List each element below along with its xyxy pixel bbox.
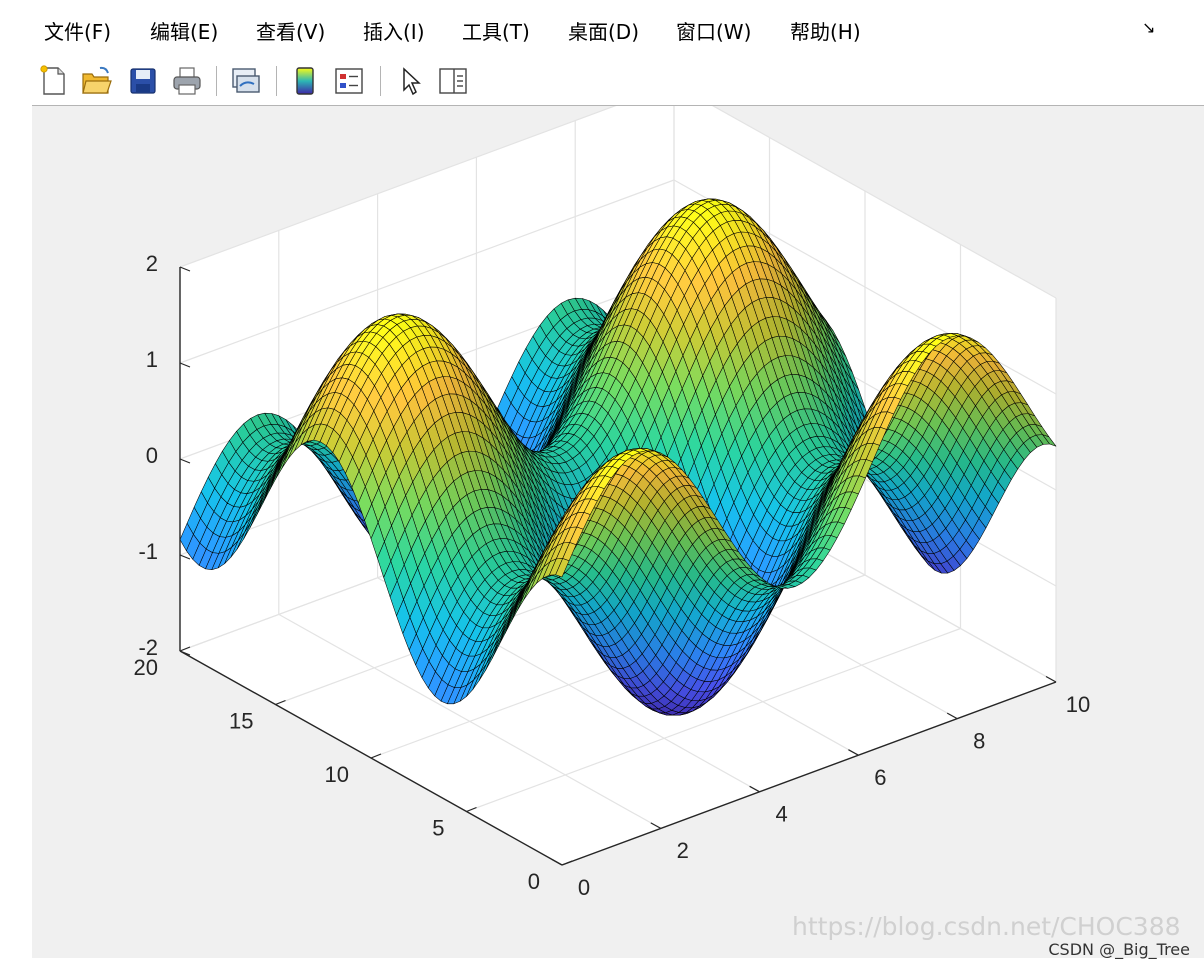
menu-desktop[interactable]: 桌面(D) — [568, 16, 639, 45]
menu-edit[interactable]: 编辑(E) — [150, 16, 218, 45]
open-file-icon[interactable] — [80, 64, 114, 98]
y-tick-label: 10 — [325, 762, 349, 787]
surface-plot-axes[interactable]: 024681005101520-2-1012 — [32, 106, 1204, 958]
z-tick-label: -1 — [138, 539, 158, 564]
x-tick-label: 8 — [973, 728, 985, 753]
menu-help[interactable]: 帮助(H) — [790, 16, 861, 45]
print-icon[interactable] — [170, 64, 204, 98]
menu-tools[interactable]: 工具(T) — [462, 16, 530, 45]
toolbar-separator — [380, 66, 381, 96]
menu-file[interactable]: 文件(F) — [44, 16, 111, 45]
y-tick-label: 15 — [229, 708, 253, 733]
y-tick-label: 5 — [432, 815, 444, 840]
z-tick-label: 0 — [146, 443, 158, 468]
menu-window[interactable]: 窗口(W) — [676, 16, 751, 45]
z-tick-label: -2 — [138, 635, 158, 660]
x-tick-label: 6 — [874, 765, 886, 790]
figure-toolbar — [32, 57, 1204, 106]
edit-plot-pointer-icon[interactable] — [394, 64, 428, 98]
link-plot-icon[interactable] — [228, 64, 262, 98]
menu-bar: 文件(F) 编辑(E) 查看(V) 插入(I) 工具(T) 桌面(D) 窗口(W… — [0, 0, 1204, 62]
new-figure-icon[interactable] — [36, 64, 70, 98]
dock-arrow-icon[interactable]: ↘ — [1142, 18, 1155, 38]
figure-canvas: 0 2 4 6 8 10 0 5 10 15 20 -2 -1 0 1 2 — [32, 106, 1204, 958]
insert-legend-icon[interactable] — [332, 64, 366, 98]
insert-colorbar-icon[interactable] — [288, 64, 322, 98]
y-tick-label: 0 — [528, 869, 540, 894]
toolbar-separator — [276, 66, 277, 96]
x-tick-label: 4 — [775, 802, 787, 827]
property-inspector-icon[interactable] — [436, 64, 470, 98]
z-tick-label: 2 — [146, 251, 158, 276]
x-tick-label: 10 — [1066, 692, 1090, 717]
menu-view[interactable]: 查看(V) — [256, 16, 325, 45]
menu-insert[interactable]: 插入(I) — [363, 16, 425, 45]
save-icon[interactable] — [126, 64, 160, 98]
z-tick-label: 1 — [146, 347, 158, 372]
x-tick-label: 0 — [578, 875, 590, 900]
credit-text: CSDN @_Big_Tree — [1048, 940, 1190, 959]
x-tick-label: 2 — [677, 838, 689, 863]
watermark-text: https://blog.csdn.net/CHOC388 — [792, 912, 1181, 941]
toolbar-separator — [216, 66, 217, 96]
